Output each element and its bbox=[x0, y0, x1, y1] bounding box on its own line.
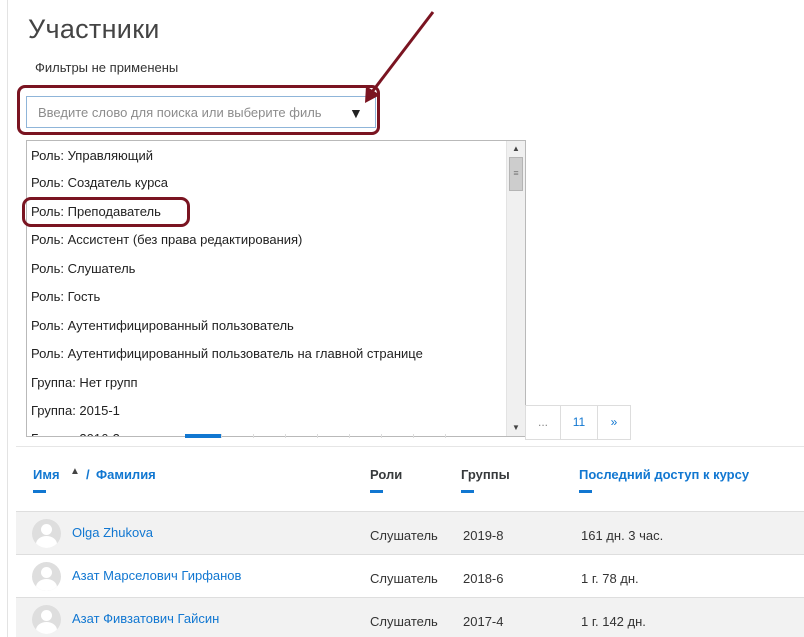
table-top-divider bbox=[16, 446, 804, 447]
filter-options-list[interactable]: Роль: Управляющий Роль: Создатель курса … bbox=[26, 140, 526, 437]
filter-option[interactable]: Группа: Нет групп bbox=[27, 369, 505, 397]
header-roles: Роли bbox=[370, 467, 403, 482]
filter-option[interactable]: Роль: Аутентифицированный пользователь н… bbox=[27, 340, 505, 368]
filter-option[interactable]: Роль: Создатель курса bbox=[27, 169, 505, 197]
participant-role: Слушатель bbox=[370, 614, 438, 629]
participant-last-access: 1 г. 142 дн. bbox=[581, 614, 646, 629]
participant-group: 2017-4 bbox=[463, 614, 504, 629]
scroll-thumb[interactable]: ≡ bbox=[509, 157, 523, 191]
filter-search-input[interactable]: Введите слово для поиска или выберите фи… bbox=[26, 96, 376, 128]
participant-name-link[interactable]: Olga Zhukova bbox=[72, 525, 153, 540]
participant-group: 2019-8 bbox=[463, 528, 504, 543]
scroll-up-icon[interactable]: ▲ bbox=[507, 141, 525, 157]
default-user-avatar-icon[interactable] bbox=[32, 519, 61, 548]
participant-role: Слушатель bbox=[370, 528, 438, 543]
header-groups: Группы bbox=[461, 467, 510, 482]
list-scrollbar[interactable]: ▲ ≡ ▼ bbox=[506, 141, 525, 436]
left-border bbox=[7, 0, 8, 637]
collapse-column-icon[interactable] bbox=[370, 490, 383, 493]
filter-option[interactable]: Роль: Ассистент (без права редактировани… bbox=[27, 226, 505, 254]
pagination-page-11[interactable]: 11 bbox=[560, 405, 598, 440]
filter-option[interactable]: Роль: Слушатель bbox=[27, 255, 505, 283]
page-title: Участники bbox=[28, 14, 160, 44]
filter-option[interactable]: Роль: Управляющий bbox=[27, 142, 505, 170]
participant-last-access: 161 дн. 3 час. bbox=[581, 528, 664, 543]
participant-last-access: 1 г. 78 дн. bbox=[581, 571, 639, 586]
collapse-column-icon[interactable] bbox=[461, 490, 474, 493]
pagination-active-indicator bbox=[185, 434, 221, 438]
table-row: Азат Фивзатович Гайсин Слушатель 2017-4 … bbox=[16, 597, 804, 637]
sort-surname[interactable]: Фамилия bbox=[96, 467, 156, 482]
header-separator: / bbox=[86, 467, 90, 482]
annotation-highlight-teacher bbox=[22, 197, 190, 227]
default-user-avatar-icon[interactable] bbox=[32, 605, 61, 634]
table-row: Азат Марселович Гирфанов Слушатель 2018-… bbox=[16, 554, 804, 597]
participant-name-link[interactable]: Азат Фивзатович Гайсин bbox=[72, 611, 219, 626]
default-user-avatar-icon[interactable] bbox=[32, 562, 61, 591]
filter-option[interactable]: Группа: 2015-1 bbox=[27, 397, 505, 425]
sort-asc-icon: ▲ bbox=[70, 466, 80, 477]
sort-last-access[interactable]: Последний доступ к курсу bbox=[579, 467, 749, 482]
collapse-column-icon[interactable] bbox=[579, 490, 592, 493]
pagination-ellipsis: ... bbox=[525, 405, 561, 440]
pagination-next[interactable]: » bbox=[597, 405, 631, 440]
filter-option[interactable]: Роль: Аутентифицированный пользователь bbox=[27, 312, 505, 340]
participant-role: Слушатель bbox=[370, 571, 438, 586]
collapse-column-icon[interactable] bbox=[33, 490, 46, 493]
filter-option[interactable]: Роль: Гость bbox=[27, 283, 505, 311]
pagination-strip bbox=[185, 434, 525, 438]
dropdown-caret-icon[interactable]: ▼ bbox=[349, 106, 363, 120]
table-row: Olga Zhukova Слушатель 2019-8 161 дн. 3 … bbox=[16, 511, 804, 554]
sort-first-name[interactable]: Имя bbox=[33, 467, 60, 482]
filters-note: Фильтры не применены bbox=[35, 60, 179, 75]
participant-group: 2018-6 bbox=[463, 571, 504, 586]
participant-name-link[interactable]: Азат Марселович Гирфанов bbox=[72, 568, 241, 583]
